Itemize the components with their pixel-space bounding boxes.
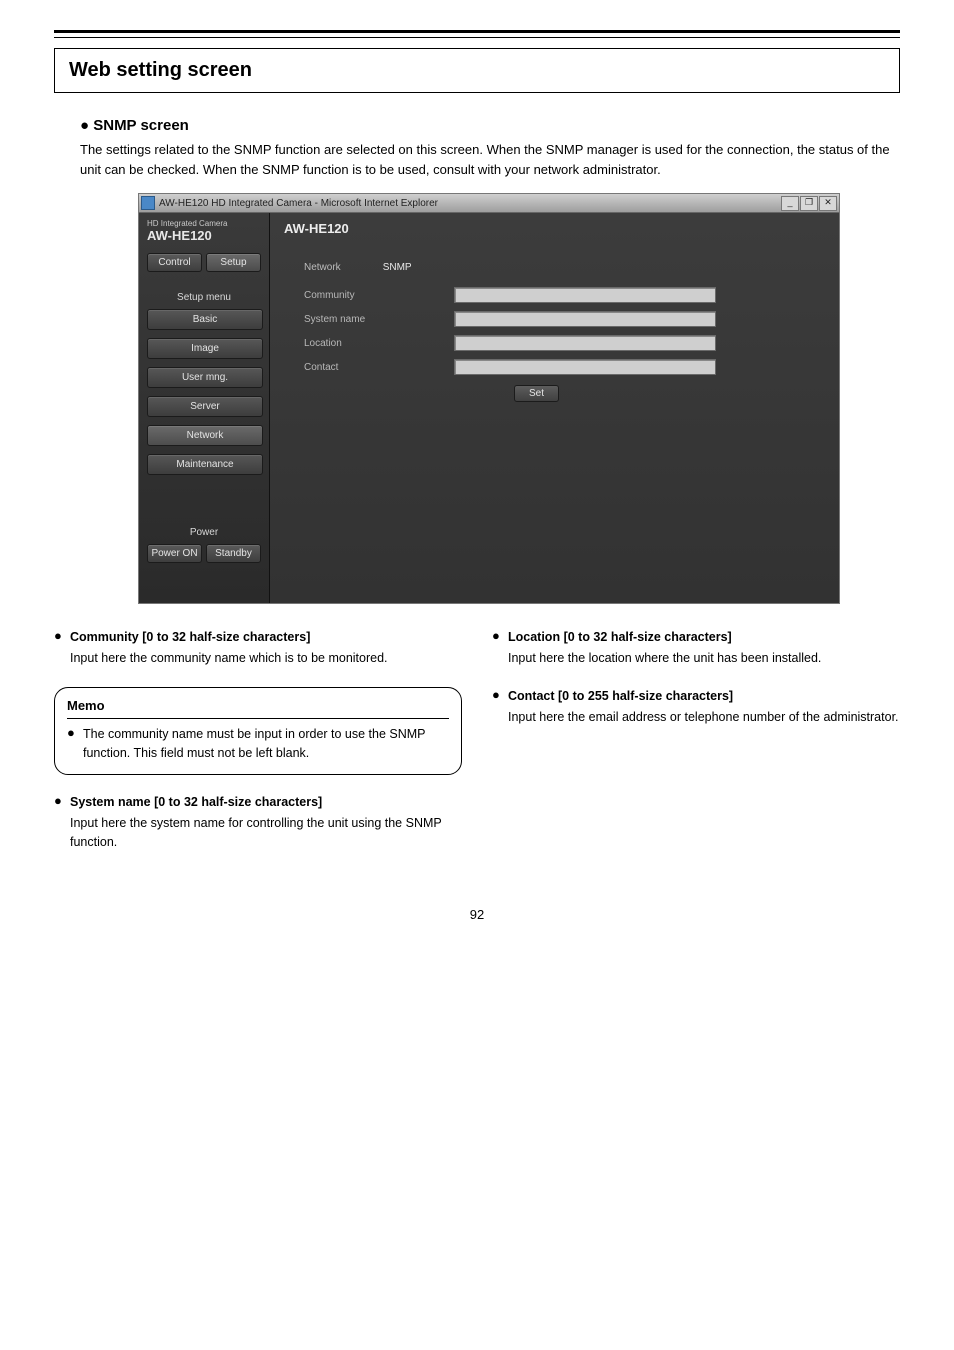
sidebar-item-maintenance[interactable]: Maintenance [147, 454, 263, 475]
snmp-lead: The settings related to the SNMP functio… [54, 140, 900, 185]
sidebar-item-basic[interactable]: Basic [147, 309, 263, 330]
label-system-name: System name [304, 314, 454, 325]
tab-network[interactable]: Network [304, 262, 341, 273]
set-button[interactable]: Set [514, 385, 559, 402]
ie-window: AW-HE120 HD Integrated Camera - Microsof… [138, 193, 840, 604]
page-title: Web setting screen [54, 48, 900, 93]
label-location: Location [304, 338, 454, 349]
tab-snmp[interactable]: SNMP [383, 262, 412, 273]
ie-icon [141, 196, 155, 210]
desc-system-name: ● System name [0 to 32 half-size charact… [54, 793, 462, 853]
power-label: Power [147, 527, 261, 538]
input-location[interactable] [454, 335, 716, 351]
desc-community: ● Community [0 to 32 half-size character… [54, 628, 462, 669]
label-community: Community [304, 290, 454, 301]
label-contact: Contact [304, 362, 454, 373]
sidebar-item-network[interactable]: Network [147, 425, 263, 446]
window-title: AW-HE120 HD Integrated Camera - Microsof… [159, 198, 781, 209]
close-button[interactable]: ✕ [819, 196, 837, 211]
main-panel: AW-HE120 Network SNMP Community System n… [269, 213, 839, 603]
brand-small: HD Integrated Camera [147, 219, 261, 228]
minimize-button[interactable]: _ [781, 196, 799, 211]
input-community[interactable] [454, 287, 716, 303]
input-system-name[interactable] [454, 311, 716, 327]
sidebar-item-image[interactable]: Image [147, 338, 263, 359]
desc-location: ● Location [0 to 32 half-size characters… [492, 628, 900, 669]
page-number: 92 [54, 907, 900, 922]
setup-button[interactable]: Setup [206, 253, 261, 272]
power-on-button[interactable]: Power ON [147, 544, 202, 563]
brand-large: AW-HE120 [147, 228, 261, 243]
memo-heading: Memo [67, 696, 449, 719]
input-contact[interactable] [454, 359, 716, 375]
maximize-button[interactable]: ❐ [800, 196, 818, 211]
snmp-heading: ● SNMP screen [54, 117, 900, 134]
desc-contact: ● Contact [0 to 255 half-size characters… [492, 687, 900, 728]
sidebar: HD Integrated Camera AW-HE120 Control Se… [139, 213, 269, 603]
main-title: AW-HE120 [284, 221, 829, 236]
memo-body: The community name must be input in orde… [83, 725, 449, 764]
memo-box: Memo ● The community name must be input … [54, 687, 462, 775]
window-titlebar: AW-HE120 HD Integrated Camera - Microsof… [139, 194, 839, 213]
setup-menu-label: Setup menu [147, 292, 261, 303]
standby-button[interactable]: Standby [206, 544, 261, 563]
control-button[interactable]: Control [147, 253, 202, 272]
